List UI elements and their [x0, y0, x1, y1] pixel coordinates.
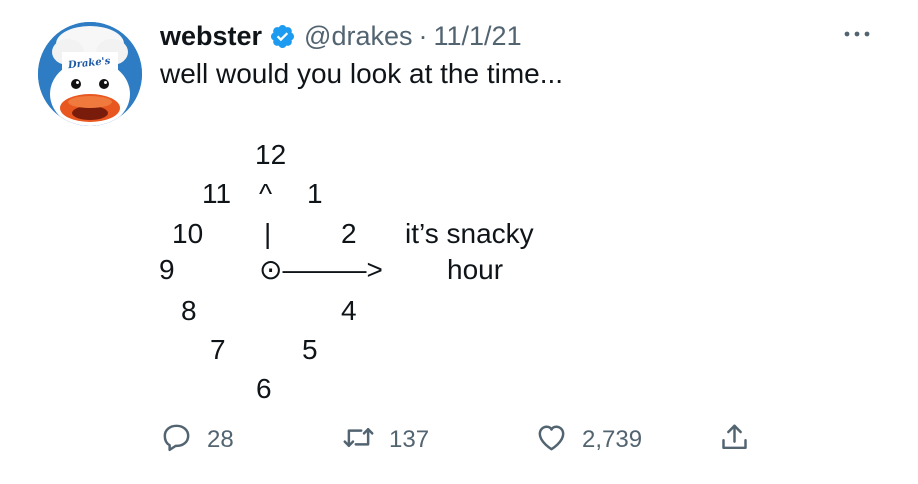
avatar[interactable]: Drake's: [38, 22, 142, 126]
duck-chef-avatar-image: [38, 22, 142, 126]
display-name[interactable]: webster: [160, 21, 262, 52]
clock-caption-hour: hour: [447, 254, 504, 285]
clock-hand-caret: ^: [259, 178, 273, 209]
clock-number-2: 2: [341, 218, 357, 249]
clock-caption-snacky: it’s snacky: [405, 218, 534, 249]
clock-number-7: 7: [210, 334, 226, 365]
clock-hour-hand: ⊙———>: [259, 254, 383, 285]
retweet-button[interactable]: 137: [342, 418, 429, 462]
share-icon: [718, 421, 751, 459]
clock-number-4: 4: [341, 295, 357, 326]
more-dots-icon[interactable]: [842, 24, 872, 44]
retweet-count: 137: [389, 426, 430, 453]
clock-number-5: 5: [302, 334, 318, 365]
verified-badge-icon: [269, 23, 296, 50]
clock-number-1: 1: [307, 178, 323, 209]
tweet-date[interactable]: 11/1/21: [434, 21, 522, 52]
reply-count: 28: [207, 426, 234, 453]
clock-number-11: 11: [202, 178, 232, 209]
like-count: 2,739: [582, 426, 643, 453]
like-button[interactable]: 2,739: [535, 418, 642, 462]
clock-number-10: 10: [172, 218, 204, 249]
share-button[interactable]: [718, 418, 751, 462]
clock-number-9: 9: [159, 254, 175, 285]
heart-icon: [535, 421, 568, 459]
tweet-header: webster @drakes · 11/1/21: [160, 16, 522, 56]
tweet-actions: 28 137 2,739: [160, 418, 760, 462]
reply-button[interactable]: 28: [160, 418, 234, 462]
reply-icon: [160, 421, 193, 459]
handle[interactable]: @drakes: [304, 21, 412, 52]
tweet-text: well would you look at the time...: [160, 58, 564, 89]
retweet-icon: [342, 421, 375, 459]
clock-number-8: 8: [181, 295, 197, 326]
separator-dot: ·: [418, 20, 428, 51]
clock-hand-bar: |: [264, 218, 272, 249]
clock-number-6: 6: [256, 373, 272, 404]
clock-number-12: 12: [255, 139, 287, 170]
